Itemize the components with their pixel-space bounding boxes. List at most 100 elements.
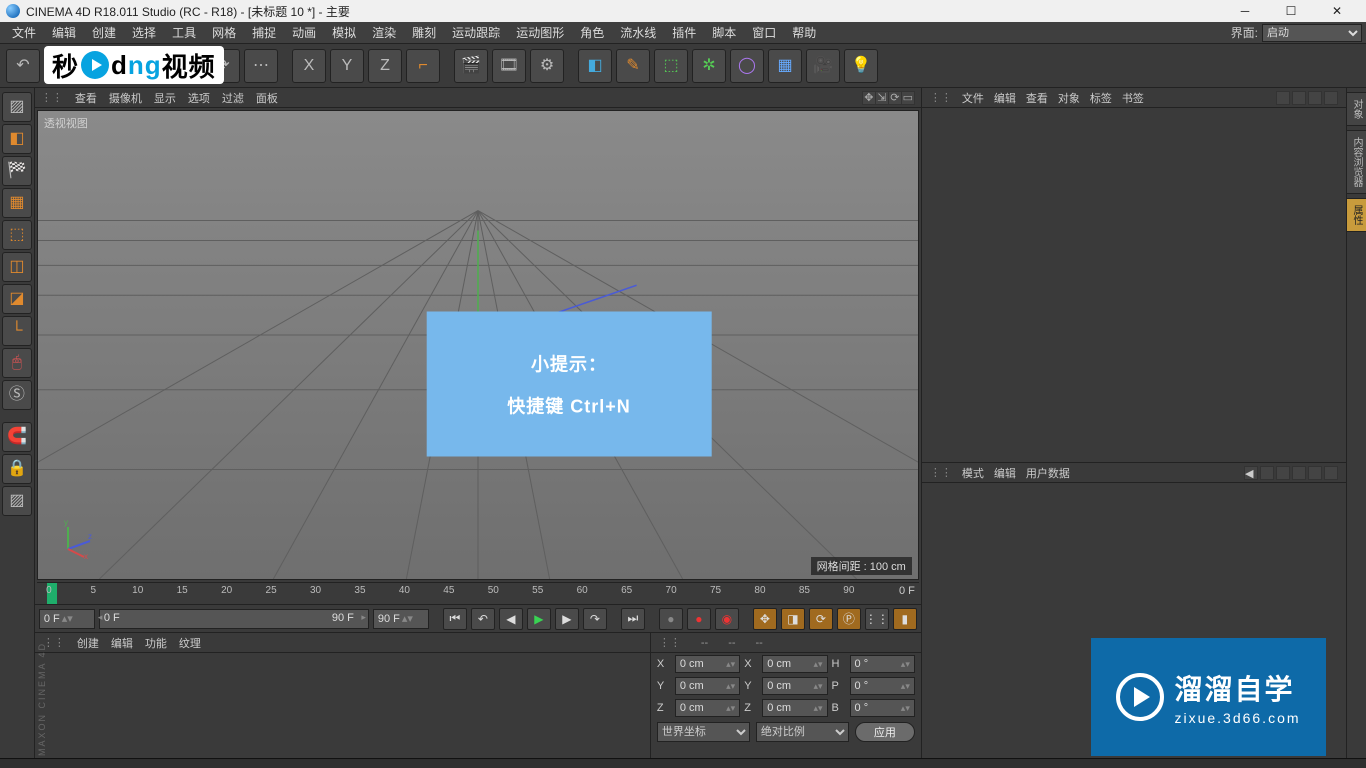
array-generator-button[interactable]: ✲	[692, 49, 726, 83]
attr-search-icon[interactable]	[1276, 466, 1290, 480]
attr-menu-user[interactable]: 用户数据	[1026, 465, 1070, 481]
menu-snap[interactable]: 捕捉	[244, 22, 284, 44]
timeline-ruler[interactable]: 051015202530354045505560657075808590 0 F	[37, 582, 919, 604]
obj-menu-edit[interactable]: 编辑	[994, 90, 1016, 106]
attr-nav-back-icon[interactable]: ◀	[1244, 466, 1258, 480]
render-view-button[interactable]: 🎬	[454, 49, 488, 83]
planar-workplane-button[interactable]: ▨	[2, 486, 32, 516]
menu-motiontrack[interactable]: 运动跟踪	[444, 22, 508, 44]
lock-x-button[interactable]: X	[292, 49, 326, 83]
current-frame-field[interactable]: 0 F▴▾	[39, 609, 95, 629]
make-editable-button[interactable]: ▨	[2, 92, 32, 122]
material-list-area[interactable]	[35, 653, 650, 758]
attr-lock-icon[interactable]	[1292, 466, 1306, 480]
side-tab-objects[interactable]: 对象	[1346, 92, 1366, 126]
tweak-mode-button[interactable]: 🖱	[2, 348, 32, 378]
attr-layout-icon[interactable]	[1324, 466, 1338, 480]
menu-help[interactable]: 帮助	[784, 22, 824, 44]
key-scale-button[interactable]: ◨	[781, 608, 805, 630]
obj-search-icon[interactable]	[1276, 91, 1290, 105]
range-slider[interactable]: 0 F 90 F ▸ ◂	[99, 609, 369, 629]
vp-orbit-icon[interactable]: ⟳	[888, 91, 902, 105]
vp-menu-options[interactable]: 选项	[188, 90, 210, 106]
mat-menu-func[interactable]: 功能	[145, 635, 167, 651]
layout-dropdown[interactable]: 启动	[1262, 24, 1362, 42]
menu-tools[interactable]: 工具	[164, 22, 204, 44]
vp-pan-icon[interactable]: ✥	[862, 91, 876, 105]
attr-menu-mode[interactable]: 模式	[962, 465, 984, 481]
attr-new-icon[interactable]	[1308, 466, 1322, 480]
object-tree-area[interactable]	[922, 108, 1346, 462]
menu-window[interactable]: 窗口	[744, 22, 784, 44]
workplane-mode-button[interactable]: ▦	[2, 188, 32, 218]
camera-button[interactable]: 🎥	[806, 49, 840, 83]
render-settings-button[interactable]: ⚙	[530, 49, 564, 83]
coord-apply-button[interactable]: 应用	[855, 722, 915, 742]
menu-mesh[interactable]: 网格	[204, 22, 244, 44]
go-end-button[interactable]: ⏭	[621, 608, 645, 630]
key-options-button[interactable]: ▮	[893, 608, 917, 630]
key-rotation-button[interactable]: ⟳	[809, 608, 833, 630]
key-pla-button[interactable]: ⋮⋮	[865, 608, 889, 630]
window-close-button[interactable]: ✕	[1314, 0, 1360, 22]
vp-menu-filter[interactable]: 过滤	[222, 90, 244, 106]
autokey-button[interactable]: ◉	[715, 608, 739, 630]
obj-filter-icon[interactable]	[1308, 91, 1322, 105]
panel-grip-icon[interactable]: ⋮⋮	[41, 91, 63, 104]
deformer-button[interactable]: ◯	[730, 49, 764, 83]
size-mode-dropdown[interactable]: 绝对比例	[756, 722, 849, 742]
texture-mode-button[interactable]: 🏁	[2, 156, 32, 186]
obj-menu-tags[interactable]: 标签	[1090, 90, 1112, 106]
side-tab-content[interactable]: 内容浏览器	[1346, 130, 1366, 194]
coord-rot-field[interactable]: 0 °▴▾	[850, 655, 915, 673]
light-button[interactable]: 💡	[844, 49, 878, 83]
window-minimize-button[interactable]: ─	[1222, 0, 1268, 22]
menu-sculpt[interactable]: 雕刻	[404, 22, 444, 44]
coord-pos-field[interactable]: 0 cm▴▾	[675, 655, 740, 673]
mat-menu-edit[interactable]: 编辑	[111, 635, 133, 651]
menu-select[interactable]: 选择	[124, 22, 164, 44]
environment-button[interactable]: ▦	[768, 49, 802, 83]
obj-layout-icon[interactable]	[1324, 91, 1338, 105]
play-button[interactable]: ▶	[527, 608, 551, 630]
vp-maximize-icon[interactable]: ▭	[901, 91, 915, 105]
menu-pipeline[interactable]: 流水线	[612, 22, 664, 44]
obj-menu-obj[interactable]: 对象	[1058, 90, 1080, 106]
menu-create[interactable]: 创建	[84, 22, 124, 44]
attr-nav-fwd-icon[interactable]	[1260, 466, 1274, 480]
render-pv-button[interactable]: 🎞	[492, 49, 526, 83]
menu-script[interactable]: 脚本	[704, 22, 744, 44]
go-start-button[interactable]: ⏮	[443, 608, 467, 630]
prev-key-button[interactable]: ↶	[471, 608, 495, 630]
coord-size-field[interactable]: 0 cm▴▾	[762, 699, 827, 717]
point-mode-button[interactable]: ⬚	[2, 220, 32, 250]
subdivision-button[interactable]: ⬚	[654, 49, 688, 83]
menu-simulate[interactable]: 模拟	[324, 22, 364, 44]
locked-workplane-button[interactable]: 🔒	[2, 454, 32, 484]
menu-mograph[interactable]: 运动图形	[508, 22, 572, 44]
next-frame-button[interactable]: ▶	[555, 608, 579, 630]
menu-plugins[interactable]: 插件	[664, 22, 704, 44]
prev-frame-button[interactable]: ◀	[499, 608, 523, 630]
next-key-button[interactable]: ↷	[583, 608, 607, 630]
key-position-button[interactable]: ✥	[753, 608, 777, 630]
menu-render[interactable]: 渲染	[364, 22, 404, 44]
window-maximize-button[interactable]: ☐	[1268, 0, 1314, 22]
perspective-viewport[interactable]: 透视视图 网格间距 : 100 cm y z x 小提示： 快捷键 Ctrl+N	[37, 110, 919, 580]
obj-menu-view[interactable]: 查看	[1026, 90, 1048, 106]
polygon-mode-button[interactable]: ◪	[2, 284, 32, 314]
mat-menu-create[interactable]: 创建	[77, 635, 99, 651]
vp-menu-view[interactable]: 查看	[75, 90, 97, 106]
undo-button[interactable]: ↶	[6, 49, 40, 83]
magnet-button[interactable]: 🧲	[2, 422, 32, 452]
coord-size-field[interactable]: 0 cm▴▾	[762, 677, 827, 695]
menu-file[interactable]: 文件	[4, 22, 44, 44]
record-off-button[interactable]: ●	[659, 608, 683, 630]
mat-menu-tex[interactable]: 纹理	[179, 635, 201, 651]
edge-mode-button[interactable]: ◫	[2, 252, 32, 282]
attr-menu-edit[interactable]: 编辑	[994, 465, 1016, 481]
coord-rot-field[interactable]: 0 °▴▾	[850, 699, 915, 717]
lock-z-button[interactable]: Z	[368, 49, 402, 83]
vp-menu-panel[interactable]: 面板	[256, 90, 278, 106]
pen-spline-button[interactable]: ✎	[616, 49, 650, 83]
